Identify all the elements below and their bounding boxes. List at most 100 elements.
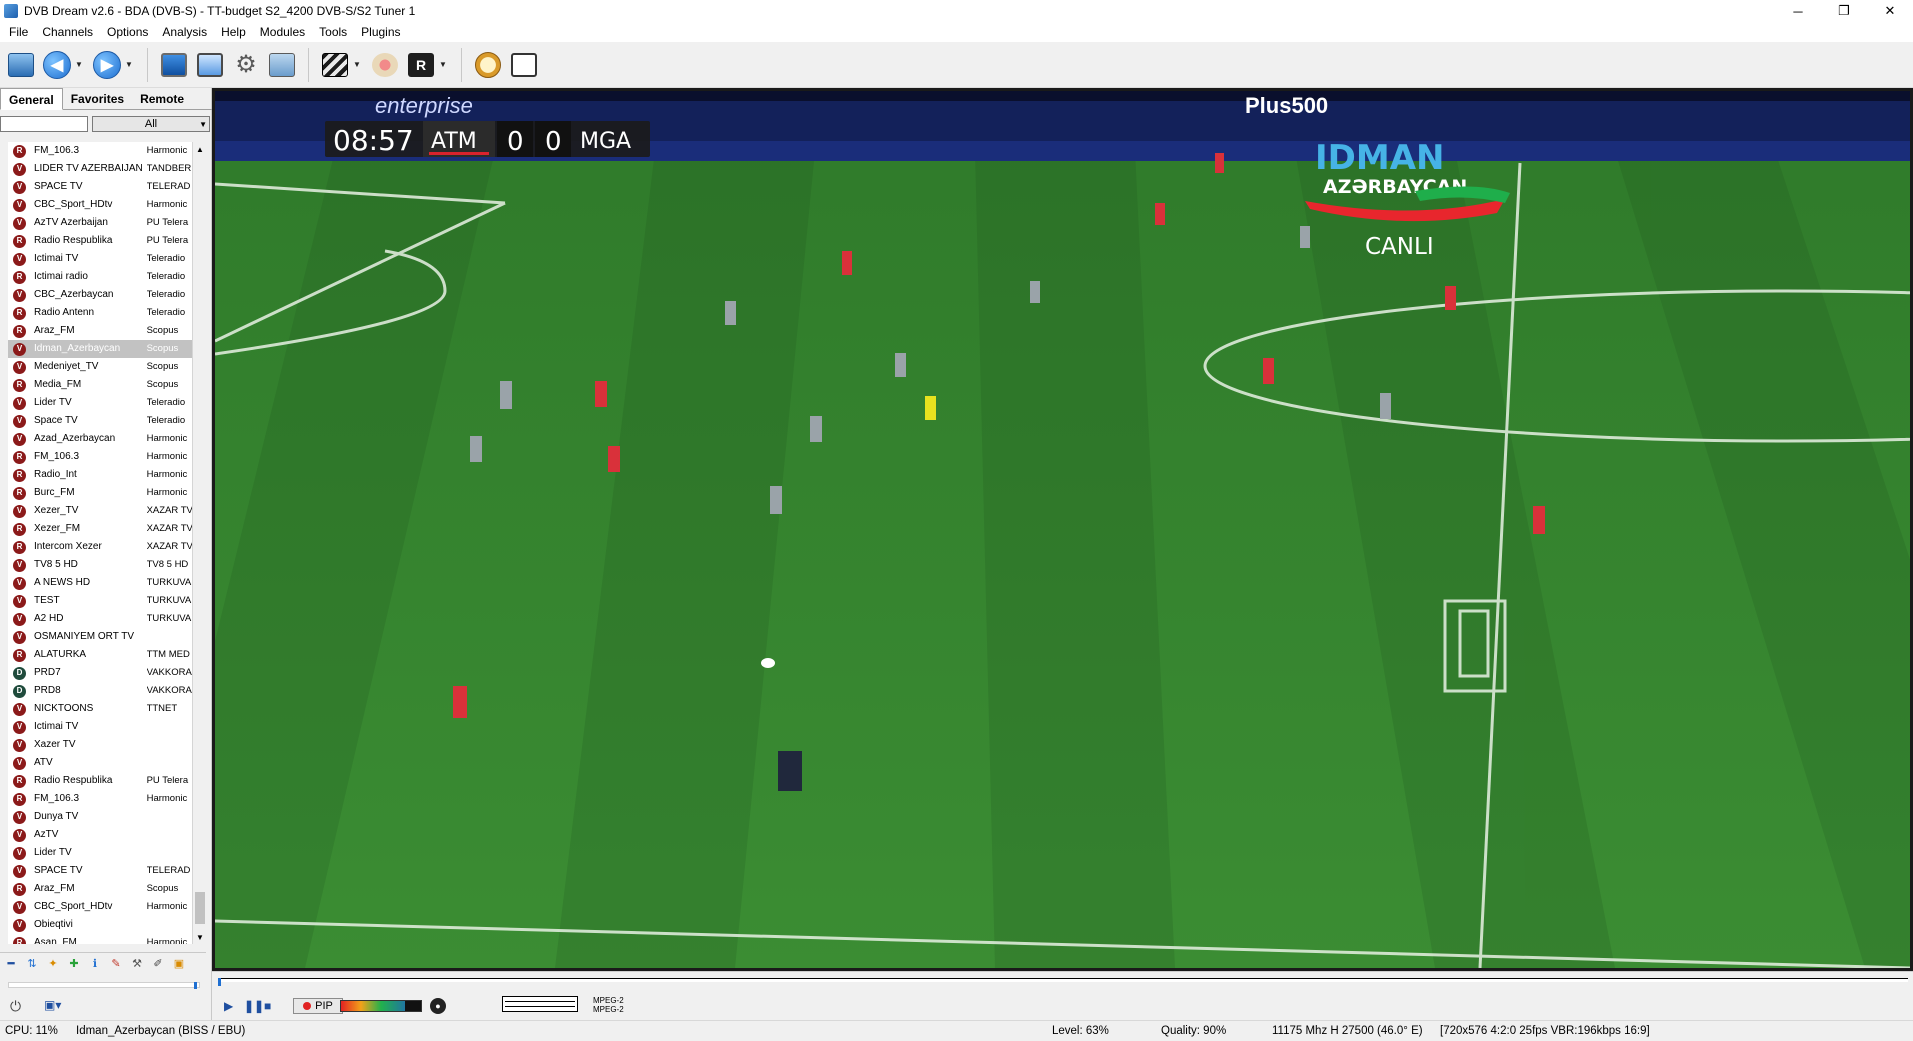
channel-row[interactable]: R FM_106.3 Harmonic [8, 142, 192, 160]
audio-icon[interactable]: ● [430, 998, 446, 1014]
channel-search-input[interactable] [0, 116, 88, 132]
view-mode-icon[interactable]: ▣▾ [44, 998, 61, 1012]
channel-row[interactable]: R Radio_Int Harmonic [8, 466, 192, 484]
channel-row[interactable]: V Lider TV [8, 844, 192, 862]
epg-button[interactable] [266, 49, 298, 81]
menu-tools[interactable]: Tools [312, 22, 354, 42]
channel-row[interactable]: V Obieqtivi [8, 916, 192, 934]
channel-row[interactable]: V NICKTOONS TTNET [8, 700, 192, 718]
minimize-button[interactable]: ─ [1775, 0, 1821, 22]
scan-button[interactable] [508, 49, 540, 81]
channel-row[interactable]: V Ictimai TV Teleradio [8, 250, 192, 268]
channel-row[interactable]: V A2 HD TURKUVA [8, 610, 192, 628]
channel-row[interactable]: V SPACE TV TELERAD [8, 178, 192, 196]
channel-row[interactable]: V Space TV Teleradio [8, 412, 192, 430]
channel-row[interactable]: V CBC_Azerbaycan Teleradio [8, 286, 192, 304]
channel-list[interactable]: R FM_106.3 Harmonic V LIDER TV AZERBAIJAN TAN… [8, 142, 192, 944]
channel-row[interactable]: V SPACE TV TELERAD [8, 862, 192, 880]
channel-row[interactable]: V A NEWS HD TURKUVA [8, 574, 192, 592]
channel-row[interactable]: R Burc_FM Harmonic [8, 484, 192, 502]
minus-icon[interactable]: ━ [2, 955, 20, 973]
channel-row[interactable]: V ATV [8, 754, 192, 772]
seek-bar[interactable] [218, 978, 1908, 986]
favorite-icon[interactable]: ✦ [44, 955, 62, 973]
scroll-thumb[interactable] [195, 892, 205, 924]
power-icon[interactable]: ⏻ [10, 998, 21, 1015]
channel-row[interactable]: D PRD8 VAKKORA [8, 682, 192, 700]
stop-button[interactable]: ■ [264, 998, 271, 1014]
renderer-dropdown-icon[interactable]: ▼ [439, 60, 449, 69]
note-icon[interactable]: ▣ [170, 955, 188, 973]
channel-row[interactable]: V Xazer TV [8, 736, 192, 754]
channel-row[interactable]: R Araz_FM Scopus [8, 322, 192, 340]
tab-favorites[interactable]: Favorites [63, 88, 132, 109]
close-button[interactable]: ✕ [1867, 0, 1913, 22]
video-display[interactable]: enterprise Plus500 08:57 ATM 0 0 MGA IDM… [212, 88, 1913, 971]
channel-row[interactable]: R ALATURKA TTM MED [8, 646, 192, 664]
forward-dropdown-icon[interactable]: ▼ [125, 60, 135, 69]
channel-filter-select[interactable]: All ▼ [92, 116, 210, 132]
channel-row[interactable]: V TEST TURKUVA [8, 592, 192, 610]
maximize-button[interactable]: ❐ [1821, 0, 1867, 22]
menu-options[interactable]: Options [100, 22, 155, 42]
channel-row[interactable]: R FM_106.3 Harmonic [8, 448, 192, 466]
channel-row[interactable]: V Dunya TV [8, 808, 192, 826]
channel-row[interactable]: D PRD7 VAKKORA [8, 664, 192, 682]
channel-row[interactable]: V Ictimai TV [8, 718, 192, 736]
tools-icon[interactable]: ⚒ [128, 955, 146, 973]
pip-button[interactable]: PIP [293, 998, 343, 1014]
audio-options-box[interactable] [502, 996, 578, 1012]
menu-plugins[interactable]: Plugins [354, 22, 407, 42]
channel-row[interactable]: R Radio Respublika PU Telera [8, 232, 192, 250]
channel-row[interactable]: V Lider TV Teleradio [8, 394, 192, 412]
back-button[interactable]: ◀ [41, 49, 73, 81]
channel-list-scrollbar[interactable]: ▲ ▼ [192, 142, 206, 944]
settings-button[interactable]: ⚙ [230, 49, 262, 81]
forward-button[interactable]: ▶ [91, 49, 123, 81]
seek-knob[interactable] [218, 978, 221, 986]
channel-row[interactable]: R Intercom Xezer XAZAR TV [8, 538, 192, 556]
edit-icon[interactable]: ✐ [149, 955, 167, 973]
monitor-button[interactable] [158, 49, 190, 81]
channel-row[interactable]: R Ictimai radio Teleradio [8, 268, 192, 286]
channel-row[interactable]: V LIDER TV AZERBAIJAN TANDBER [8, 160, 192, 178]
pause-button[interactable]: ❚❚ [244, 998, 264, 1014]
scroll-down-icon[interactable]: ▼ [193, 930, 207, 944]
channel-row[interactable]: R Araz_FM Scopus [8, 880, 192, 898]
record-dropdown-icon[interactable]: ▼ [353, 60, 363, 69]
channel-row[interactable]: V AzTV [8, 826, 192, 844]
open-channels-button[interactable] [5, 49, 37, 81]
channel-row[interactable]: R Radio Respublika PU Telera [8, 772, 192, 790]
filter-icon[interactable]: ✚ [65, 955, 83, 973]
sort-icon[interactable]: ⇅ [23, 955, 41, 973]
menu-channels[interactable]: Channels [35, 22, 100, 42]
channel-row[interactable]: R Radio Antenn Teleradio [8, 304, 192, 322]
tab-remote[interactable]: Remote [132, 88, 192, 109]
channel-row[interactable]: V TV8 5 HD TV8 5 HD [8, 556, 192, 574]
stop-record-button[interactable] [369, 49, 401, 81]
back-dropdown-icon[interactable]: ▼ [75, 60, 85, 69]
channel-row[interactable]: V Idman_Azerbaycan Scopus [8, 340, 192, 358]
menu-help[interactable]: Help [214, 22, 253, 42]
channel-row[interactable]: R Media_FM Scopus [8, 376, 192, 394]
channel-row[interactable]: R Xezer_FM XAZAR TV [8, 520, 192, 538]
channel-row[interactable]: R FM_106.3 Harmonic [8, 790, 192, 808]
menu-analysis[interactable]: Analysis [155, 22, 214, 42]
channel-row[interactable]: V CBC_Sport_HDtv Harmonic [8, 196, 192, 214]
renderer-button[interactable]: R [405, 49, 437, 81]
channel-row[interactable]: V AzTV Azerbaijan PU Telera [8, 214, 192, 232]
channel-row[interactable]: R Asan_FM Harmonic [8, 934, 192, 944]
menu-modules[interactable]: Modules [253, 22, 312, 42]
channel-row[interactable]: V Xezer_TV XAZAR TV [8, 502, 192, 520]
channel-row[interactable]: V Azad_Azerbaycan Harmonic [8, 430, 192, 448]
tag-icon[interactable]: ✎ [107, 955, 125, 973]
menu-file[interactable]: File [2, 22, 35, 42]
channel-row[interactable]: V OSMANIYEM ORT TV [8, 628, 192, 646]
tab-general[interactable]: General [0, 88, 63, 110]
channel-row[interactable]: V Medeniyet_TV Scopus [8, 358, 192, 376]
play-button[interactable]: ▶ [224, 998, 233, 1014]
record-button[interactable] [319, 49, 351, 81]
channel-row[interactable]: V CBC_Sport_HDtv Harmonic [8, 898, 192, 916]
scroll-up-icon[interactable]: ▲ [193, 142, 207, 156]
info-icon[interactable]: ℹ [86, 955, 104, 973]
